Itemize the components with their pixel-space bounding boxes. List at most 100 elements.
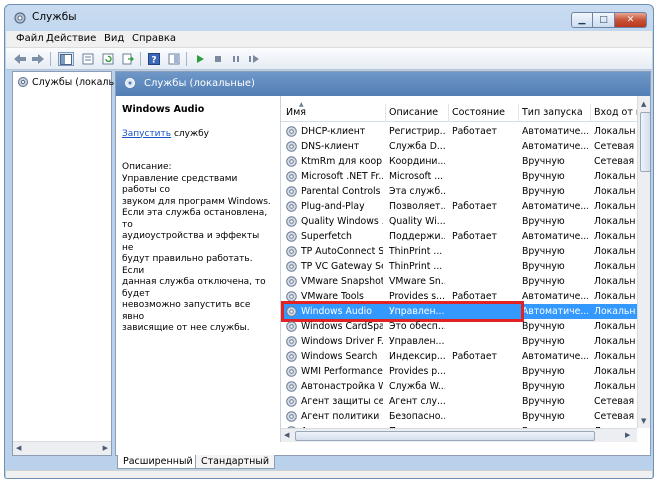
- service-row[interactable]: Microsoft .NET Fr... Microsoft ... Вручную…: [281, 169, 637, 184]
- service-gear-icon: [286, 336, 297, 347]
- service-logon: Локальн: [594, 216, 636, 227]
- properties-button[interactable]: [80, 52, 96, 66]
- horizontal-scroll-thumb[interactable]: [295, 431, 595, 441]
- description-line: будут правильно работать. Если: [122, 254, 253, 276]
- service-logon: Локальн: [594, 201, 636, 212]
- service-description: Quality Wi...: [389, 216, 445, 227]
- scroll-up-icon[interactable]: ▲: [641, 100, 646, 108]
- scroll-right-icon[interactable]: ▶: [103, 444, 108, 452]
- console-tree-button[interactable]: [58, 52, 74, 66]
- service-description: Позволяет...: [389, 201, 445, 212]
- column-divider[interactable]: [518, 104, 519, 122]
- service-startup: Вручную: [522, 366, 565, 377]
- start-service-link[interactable]: Запустить: [122, 129, 171, 139]
- title-bar[interactable]: Службы ▁ □ ✕: [5, 5, 653, 31]
- tab-extended[interactable]: Расширенный: [117, 455, 199, 469]
- back-button[interactable]: [12, 52, 28, 66]
- window-title: Службы: [32, 11, 77, 23]
- service-startup: Вручную: [522, 411, 565, 422]
- service-startup: Автоматиче...: [522, 306, 588, 317]
- service-logon: Локальн: [594, 246, 636, 257]
- maximize-button[interactable]: □: [593, 12, 615, 28]
- vertical-scroll-thumb[interactable]: [640, 112, 650, 172]
- service-name: Windows CardSpa...: [301, 321, 383, 332]
- service-row[interactable]: WMI Performance... Provides p... Вручную Ло…: [281, 364, 637, 379]
- column-divider[interactable]: [590, 104, 591, 122]
- description-line: аудиоустройства и эффекты не: [122, 231, 260, 253]
- stop-service-button[interactable]: [210, 52, 226, 66]
- column-header-state[interactable]: Состояние: [452, 107, 505, 118]
- service-name: DHCP-клиент: [301, 126, 366, 137]
- start-icon: [197, 55, 204, 63]
- column-divider[interactable]: [385, 104, 386, 122]
- service-row[interactable]: Агент политики I... Безопасно... Вручную Се…: [281, 409, 637, 424]
- service-row[interactable]: TP VC Gateway Se... ThinPrint ... Вручную Л…: [281, 259, 637, 274]
- menu-file[interactable]: Файл: [16, 33, 44, 44]
- column-header-description[interactable]: Описание: [389, 107, 438, 118]
- menu-help[interactable]: Справка: [132, 33, 176, 44]
- close-button[interactable]: ✕: [615, 12, 647, 28]
- scroll-down-icon[interactable]: ▼: [641, 417, 646, 425]
- service-name: TP AutoConnect S...: [301, 246, 383, 257]
- service-gear-icon: [286, 231, 297, 242]
- service-name: WMI Performance...: [301, 366, 383, 377]
- export-button[interactable]: [120, 52, 136, 66]
- details-header: Службы (локальные): [116, 72, 650, 96]
- service-row[interactable]: DHCP-клиент Регистрир... Работает Автоматич…: [281, 124, 637, 139]
- service-row[interactable]: Агент защиты сет... Агент слу... Вручную Се…: [281, 394, 637, 409]
- tree-horizontal-scrollbar[interactable]: ◀ ▶: [13, 441, 111, 455]
- help-button[interactable]: ?: [146, 52, 162, 66]
- forward-button[interactable]: [30, 52, 46, 66]
- service-gear-icon: [286, 246, 297, 257]
- service-row[interactable]: Superfetch Поддержи... Работает Автоматиче.…: [281, 229, 637, 244]
- service-logon: Локальн: [594, 366, 636, 377]
- service-name: TP VC Gateway Se...: [301, 261, 383, 272]
- service-description: ThinPrint ...: [389, 261, 443, 272]
- service-row[interactable]: Автонастройка W... Служба W... Вручную Лока…: [281, 379, 637, 394]
- restart-service-button[interactable]: [246, 52, 262, 66]
- scroll-right-icon[interactable]: ▶: [625, 431, 630, 439]
- service-gear-icon: [286, 276, 297, 287]
- service-row[interactable]: DNS-клиент Служба D... Автоматиче... Сетева…: [281, 139, 637, 154]
- scroll-left-icon[interactable]: ◀: [284, 431, 289, 439]
- services-list-viewport: ▲ Имя Описание Состояние Тип запуска Вхо…: [281, 96, 637, 428]
- refresh-button[interactable]: [100, 52, 116, 66]
- service-startup: Вручную: [522, 321, 565, 332]
- services-horizontal-scrollbar[interactable]: ◀ ▶: [281, 428, 637, 442]
- service-name: Агент политики I...: [301, 411, 383, 422]
- service-description: Регистрир...: [389, 126, 445, 137]
- service-row[interactable]: TP AutoConnect S... ThinPrint ... Вручную Л…: [281, 244, 637, 259]
- column-divider[interactable]: [448, 104, 449, 122]
- export-icon: [122, 53, 134, 65]
- service-row[interactable]: Parental Controls Эта служб... Вручную Лока…: [281, 184, 637, 199]
- service-name: Plug-and-Play: [301, 201, 365, 212]
- service-row[interactable]: Plug-and-Play Позволяет... Работает Автомат…: [281, 199, 637, 214]
- service-startup: Автоматиче...: [522, 291, 588, 302]
- service-row[interactable]: VMware Snapshot... VMware Sn... Вручную Лок…: [281, 274, 637, 289]
- service-row[interactable]: Windows Search Индексир... Работает Автомат…: [281, 349, 637, 364]
- service-row[interactable]: Quality Windows ... Quality Wi... Вручную Л…: [281, 214, 637, 229]
- column-header-startup[interactable]: Тип запуска: [522, 107, 583, 118]
- menu-action[interactable]: Действие: [46, 33, 96, 44]
- column-header-logon[interactable]: Вход от и: [594, 107, 637, 118]
- stop-icon: [215, 56, 221, 62]
- minimize-button[interactable]: ▁: [571, 12, 593, 28]
- service-row[interactable]: Windows CardSpa... Это обесп... Вручную Лок…: [281, 319, 637, 334]
- service-name: Автонастройка W...: [301, 381, 383, 392]
- scroll-left-icon[interactable]: ◀: [16, 444, 21, 452]
- description-line: зависящие от нее службы.: [122, 323, 250, 333]
- service-row[interactable]: KtmRm для коор... Координи... Вручную Сетев…: [281, 154, 637, 169]
- service-startup: Автоматиче...: [522, 351, 588, 362]
- service-name: Windows Search: [301, 351, 378, 362]
- status-bar: [6, 470, 652, 478]
- show-hide-button[interactable]: [166, 52, 182, 66]
- services-list: ▲ Имя Описание Состояние Тип запуска Вхо…: [280, 96, 650, 442]
- tree-item-services-local[interactable]: Службы (локальны: [17, 76, 128, 88]
- service-row[interactable]: Windows Driver F... Управлен... Вручную Лок…: [281, 334, 637, 349]
- start-service-button[interactable]: [192, 52, 208, 66]
- services-vertical-scrollbar[interactable]: ▲ ▼: [637, 96, 650, 428]
- pause-service-button[interactable]: [228, 52, 244, 66]
- menu-view[interactable]: Вид: [104, 33, 124, 44]
- tab-standard[interactable]: Стандартный: [195, 455, 276, 469]
- column-header-name[interactable]: Имя: [286, 107, 306, 118]
